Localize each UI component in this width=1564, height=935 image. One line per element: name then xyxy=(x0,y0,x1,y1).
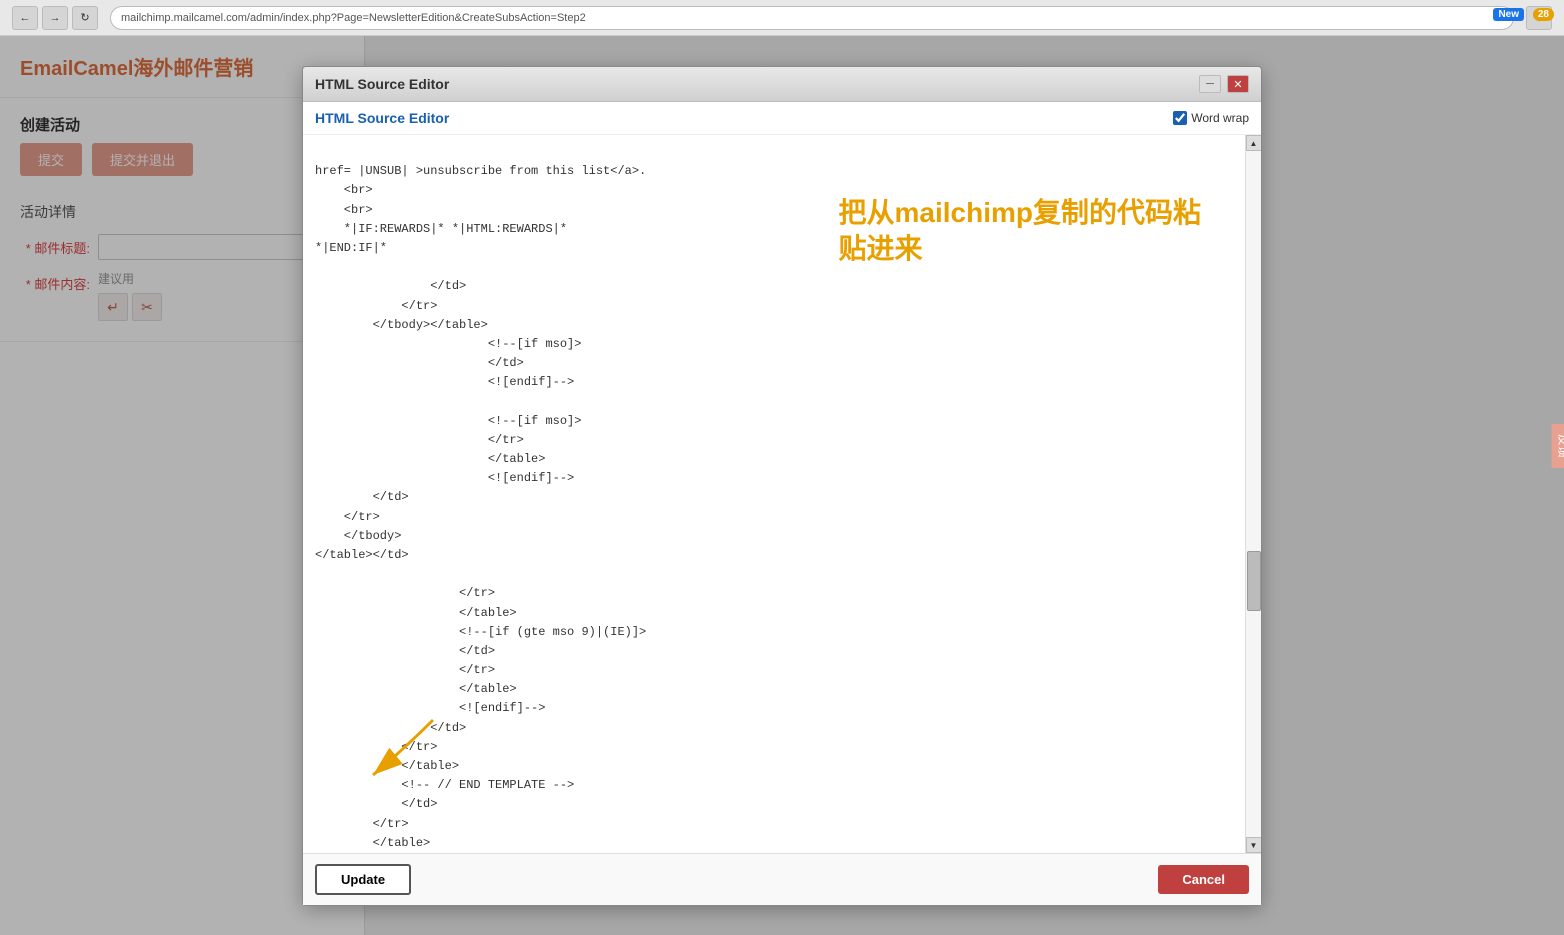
window-controls: ─ ✕ xyxy=(1199,75,1249,93)
refresh-btn[interactable]: ↻ xyxy=(72,6,98,30)
code-editor-area: href= |UNSUB| >unsubscribe from this lis… xyxy=(303,135,1261,853)
feedback-tab[interactable]: 反馈 xyxy=(1552,423,1564,467)
main-content: HTML Source Editor ─ ✕ HTML Source Edito… xyxy=(365,36,1564,935)
update-button[interactable]: Update xyxy=(315,864,411,895)
code-content[interactable]: href= |UNSUB| >unsubscribe from this lis… xyxy=(303,135,1245,853)
new-badge: New xyxy=(1493,8,1524,21)
dialog-titlebar: HTML Source Editor ─ ✕ xyxy=(303,67,1261,102)
modal-overlay: HTML Source Editor ─ ✕ HTML Source Edito… xyxy=(0,36,1564,935)
dialog-header: HTML Source Editor Word wrap xyxy=(303,102,1261,135)
url-bar[interactable]: mailchimp.mailcamel.com/admin/index.php?… xyxy=(110,6,1514,30)
scrollbar-thumb[interactable] xyxy=(1247,551,1261,611)
notif-badge: 28 xyxy=(1533,8,1554,21)
word-wrap-checkbox[interactable] xyxy=(1173,111,1187,125)
scrollbar[interactable]: ▲ ▼ xyxy=(1245,135,1261,853)
forward-btn[interactable]: → xyxy=(42,6,68,30)
minimize-btn[interactable]: ─ xyxy=(1199,75,1221,93)
cancel-button[interactable]: Cancel xyxy=(1158,865,1249,894)
word-wrap-label: Word wrap xyxy=(1173,111,1249,125)
app-container: EmailCamel海外邮件营销 创建活动 提交 提交并退出 活动详情 * 邮件… xyxy=(0,36,1564,935)
dialog-header-title: HTML Source Editor xyxy=(315,110,449,126)
dialog-footer: Update Cancel xyxy=(303,853,1261,905)
browser-bar: ← → ↻ mailchimp.mailcamel.com/admin/inde… xyxy=(0,0,1564,36)
close-btn[interactable]: ✕ xyxy=(1227,75,1249,93)
html-source-dialog: HTML Source Editor ─ ✕ HTML Source Edito… xyxy=(302,66,1262,906)
back-btn[interactable]: ← xyxy=(12,6,38,30)
scroll-up-btn[interactable]: ▲ xyxy=(1246,135,1262,151)
scroll-down-btn[interactable]: ▼ xyxy=(1246,837,1262,853)
word-wrap-text: Word wrap xyxy=(1191,111,1249,125)
dialog-title-text: HTML Source Editor xyxy=(315,76,449,92)
